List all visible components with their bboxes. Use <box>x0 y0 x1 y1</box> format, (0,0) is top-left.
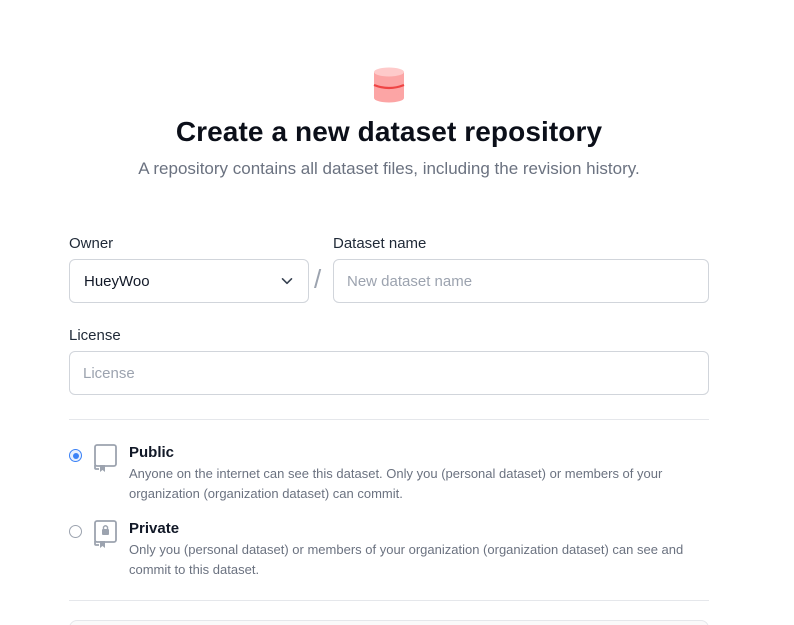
owner-name-separator: / <box>314 264 322 294</box>
divider <box>69 600 709 601</box>
private-radio[interactable] <box>69 525 82 538</box>
next-section-card <box>69 620 709 625</box>
page-title: Create a new dataset repository <box>175 116 603 147</box>
private-option-description: Only you (personal dataset) or members o… <box>129 542 684 577</box>
public-repo-icon <box>94 444 117 472</box>
private-repo-lock-icon <box>94 520 117 548</box>
owner-label: Owner <box>69 235 114 252</box>
owner-select[interactable]: HueyWoo <box>69 259 309 303</box>
dataset-name-label: Dataset name <box>333 235 427 252</box>
license-label: License <box>69 327 121 344</box>
divider <box>69 419 709 420</box>
dataset-name-input[interactable] <box>333 259 709 303</box>
public-radio[interactable] <box>69 449 82 462</box>
private-option-title: Private <box>129 520 180 537</box>
public-option-title: Public <box>129 444 175 461</box>
license-input[interactable] <box>69 351 709 395</box>
public-option-description: Anyone on the internet can see this data… <box>129 466 663 501</box>
chevron-down-icon <box>281 278 293 285</box>
page-subtitle: A repository contains all dataset files,… <box>138 159 640 178</box>
database-icon <box>373 67 405 103</box>
owner-select-value: HueyWoo <box>84 272 150 290</box>
